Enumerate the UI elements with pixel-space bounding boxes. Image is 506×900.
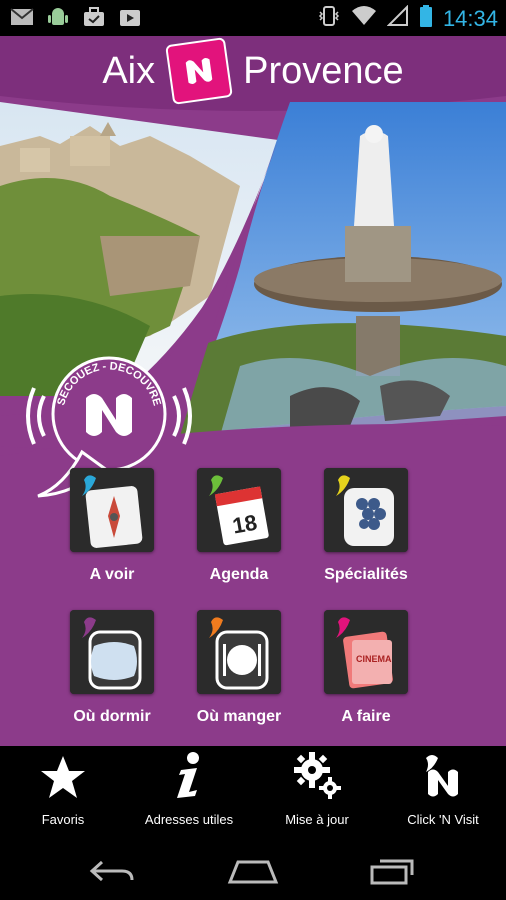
vibrate-icon <box>317 4 341 33</box>
briefcase-icon <box>82 6 106 28</box>
toolbar-adresses-button[interactable]: Adresses utiles <box>126 746 252 842</box>
tile-agenda[interactable]: 18 Agenda <box>174 468 304 584</box>
toolbar-mise-a-jour-button[interactable]: Mise à jour <box>254 746 380 842</box>
home-icon <box>227 860 279 884</box>
compass-map-icon <box>70 468 154 552</box>
tile-ou-dormir[interactable]: Où dormir <box>47 610 177 726</box>
system-nav-bar <box>0 842 506 900</box>
battery-icon <box>419 4 433 33</box>
pillow-icon <box>70 610 154 694</box>
tile-label: Où manger <box>196 708 282 725</box>
back-button[interactable] <box>82 854 142 888</box>
tile-a-faire[interactable]: CINEMA A faire <box>301 610 431 726</box>
gmail-icon <box>10 6 34 28</box>
toolbar-label: Adresses utiles <box>144 812 234 827</box>
toolbar-label: Click 'N Visit <box>407 812 479 827</box>
toolbar-label: Mise à jour <box>285 812 349 827</box>
back-icon <box>89 860 134 882</box>
gears-icon <box>294 752 341 799</box>
grapes-icon <box>324 468 408 552</box>
star-icon <box>41 756 85 798</box>
calendar-day: 18 <box>230 510 258 539</box>
toolbar-favoris-button[interactable]: Favoris <box>0 746 126 842</box>
clicknvisit-logo-icon <box>426 755 458 797</box>
tickets-icon: CINEMA <box>324 610 408 694</box>
tile-specialites[interactable]: Spécialités <box>301 468 431 584</box>
info-icon <box>177 752 199 798</box>
tile-a-voir[interactable]: A voir <box>47 468 177 584</box>
status-time: 14:34 <box>442 5 498 31</box>
calendar-icon: 18 <box>197 468 281 552</box>
plate-cutlery-icon <box>197 610 281 694</box>
home-screen: Aix Provence SECOUEZ - DECOUVREZ <box>0 36 506 746</box>
ticket-text: CINEMA <box>356 654 392 664</box>
tile-label: Spécialités <box>324 566 408 583</box>
status-bar: 14:34 <box>0 0 506 36</box>
android-icon <box>46 6 70 28</box>
tile-label: A voir <box>89 566 135 583</box>
wifi-icon <box>351 5 377 32</box>
tile-label: Où dormir <box>73 708 151 725</box>
clicknvisit-logo-icon <box>165 37 234 105</box>
recent-apps-icon <box>370 859 414 885</box>
recent-apps-button[interactable] <box>362 854 422 888</box>
title-provence: Provence <box>243 49 404 92</box>
tile-ou-manger[interactable]: Où manger <box>174 610 304 726</box>
toolbar-label: Favoris <box>41 812 85 827</box>
tile-label: A faire <box>341 708 391 725</box>
toolbar-clicknvisit-button[interactable]: Click 'N Visit <box>380 746 506 842</box>
tile-label: Agenda <box>209 566 269 583</box>
home-button[interactable] <box>223 854 283 888</box>
app-title: Aix Provence <box>0 36 506 106</box>
signal-icon <box>386 4 409 32</box>
bottom-toolbar: Favoris Adresses utiles Mise à jour Clic… <box>0 746 506 842</box>
title-aix: Aix <box>102 49 156 92</box>
play-store-icon <box>118 6 142 28</box>
